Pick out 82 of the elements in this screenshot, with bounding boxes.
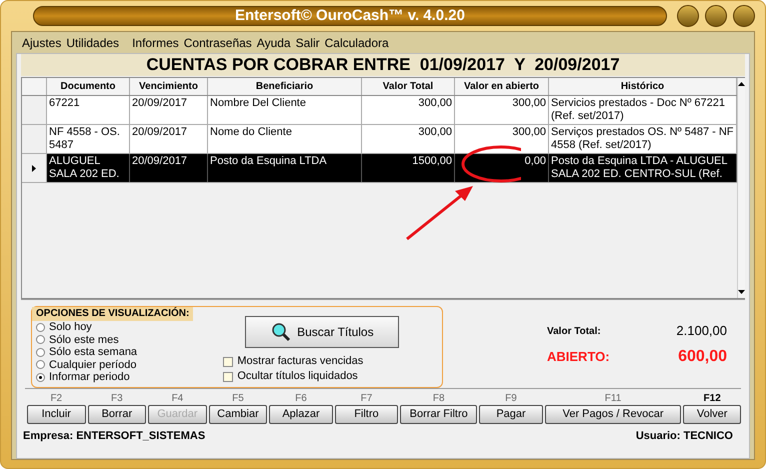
column-header[interactable]: Valor Total: [362, 78, 455, 95]
menu-item[interactable]: Salir: [296, 34, 320, 52]
radio-label: Solo hoy: [49, 321, 92, 334]
table-cell: 67221: [47, 96, 130, 124]
radio-label: Sólo esta semana: [49, 346, 138, 358]
open-value: 600,00: [677, 347, 727, 367]
table-cell: 20/09/2017: [130, 125, 208, 153]
radio-button[interactable]: [36, 348, 45, 357]
function-key-label: F3: [111, 392, 123, 405]
table-cell: Posto da Esquina LTDA: [208, 154, 362, 182]
function-button[interactable]: Aplazar: [269, 405, 333, 424]
table-row[interactable]: 67221 20/09/2017 Nombre Del Cliente 300,00 300,00 Servicios prestados - Doc Nº 67221 (Ref. set/2017): [22, 96, 737, 125]
annotation-arrow: [406, 186, 473, 240]
table-cell: Nombre Del Cliente: [208, 96, 362, 124]
radio-button[interactable]: [36, 322, 45, 332]
scrollbar[interactable]: [737, 78, 745, 298]
function-key-label: F7: [360, 392, 372, 405]
function-button[interactable]: Cambiar: [208, 405, 268, 424]
function-key-label: F9: [505, 392, 517, 405]
options-title: OPCIONES DE VISUALIZACIÓN:: [32, 307, 194, 321]
radio-label: Informar periodo: [49, 371, 130, 384]
function-key-label: F4: [172, 392, 184, 405]
open-label: ABIERTO:: [547, 348, 611, 366]
close-button[interactable]: [733, 5, 755, 27]
menu-item[interactable]: Calculadora: [324, 34, 389, 52]
row-pointer-icon: [32, 164, 36, 172]
scroll-up-icon[interactable]: [738, 82, 745, 86]
menu-item[interactable]: Ayuda: [256, 34, 291, 52]
table-cell: Nome do Cliente: [208, 125, 362, 153]
function-button[interactable]: Volver: [683, 405, 741, 424]
table-cell: NF 4558 - OS. 5487: [47, 125, 130, 153]
function-button[interactable]: Filtro: [334, 405, 398, 424]
table-cell: ALUGUEL SALA 202 ED.: [47, 154, 130, 182]
menu-item[interactable]: Utilidades: [66, 34, 120, 52]
table-cell: 20/09/2017: [130, 154, 208, 182]
function-button[interactable]: Borrar Filtro: [400, 405, 478, 424]
table-cell: 300,00: [362, 96, 455, 124]
total-value: 2.100,00: [675, 322, 727, 340]
menu-item[interactable]: Ajustes: [22, 34, 62, 52]
table-cell: 20/09/2017: [130, 96, 208, 124]
column-header[interactable]: Vencimiento: [130, 78, 208, 95]
window-title: Entersoft© OuroCash™ v. 4.0.20: [234, 6, 465, 26]
menu-item[interactable]: Contraseñas: [184, 34, 252, 52]
total-label: Valor Total:: [547, 324, 602, 338]
menu-item[interactable]: Informes: [132, 34, 179, 52]
user-label: Usuario: TECNICO: [636, 428, 733, 444]
table-cell: 0,00: [455, 154, 549, 182]
table-cell: 300,00: [455, 125, 549, 153]
radio-button[interactable]: [36, 335, 45, 344]
maximize-button[interactable]: [705, 5, 727, 27]
function-key-label: F2: [50, 392, 62, 405]
checkbox-label: Ocultar títulos liquidados: [237, 369, 358, 384]
table-row[interactable]: NF 4558 - OS. 5487 20/09/2017 Nome do Cliente 300,00 300,00 Serviços prestados OS. Nº 5487 - NF 4558 (Ref. set/2017): [22, 125, 737, 154]
table-cell: 300,00: [362, 125, 455, 153]
search-button[interactable]: Buscar Títulos: [245, 316, 400, 348]
checkbox[interactable]: [223, 356, 234, 366]
column-header[interactable]: Documento: [47, 78, 130, 95]
checkbox[interactable]: [223, 372, 234, 382]
column-header[interactable]: Beneficiario: [208, 78, 362, 95]
radio-button[interactable]: [36, 372, 45, 382]
scroll-down-icon[interactable]: [738, 290, 745, 294]
checkbox-label: Mostrar facturas vencidas: [237, 354, 364, 369]
function-key-label: F5: [232, 392, 244, 405]
radio-button[interactable]: [36, 360, 45, 370]
function-key-label: F6: [295, 392, 307, 405]
table-cell: 1500,00: [362, 154, 455, 182]
report-heading: CUENTAS POR COBRAR ENTRE 01/09/2017 Y 20/09/2017: [21, 54, 745, 76]
function-button[interactable]: Ver Pagos / Revocar: [544, 405, 682, 424]
table-cell: 300,00: [455, 96, 549, 124]
minimize-button[interactable]: [677, 5, 699, 27]
function-key-label: F12: [704, 392, 721, 405]
function-button[interactable]: Borrar: [88, 405, 146, 424]
radio-label: Cualquier período: [49, 358, 136, 371]
radio-label: Sólo este mes: [49, 334, 119, 346]
function-button[interactable]: Pagar: [479, 405, 543, 424]
column-header[interactable]: Valor en abierto: [455, 78, 549, 95]
company-label: Empresa: ENTERSOFT_SISTEMAS: [23, 428, 206, 444]
table-row[interactable]: ALUGUEL SALA 202 ED. 20/09/2017 Posto da Esquina LTDA 1500,00 0,00 Posto da Esquina LTDA - ALUGUEL SALA 202 ED. CENTRO-SUL (Ref.: [22, 154, 737, 183]
function-key-label: F11: [604, 392, 622, 405]
function-key-label: F8: [432, 392, 445, 405]
search-icon: [271, 322, 292, 342]
function-button[interactable]: Incluir: [27, 405, 86, 424]
